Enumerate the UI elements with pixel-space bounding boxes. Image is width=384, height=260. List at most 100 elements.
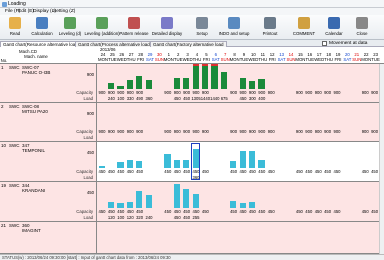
load-bar[interactable] xyxy=(239,202,246,208)
calendar-button[interactable]: Calendar xyxy=(322,16,346,39)
capacity-value: 450 xyxy=(201,169,209,174)
load-bar[interactable] xyxy=(248,150,256,168)
calc-button[interactable]: Calculation xyxy=(30,16,54,39)
load-label: Load xyxy=(83,175,93,180)
toolbar: Read Calculation Leveling (d) Leveling (add… xyxy=(0,15,384,40)
load-bar[interactable] xyxy=(107,82,115,89)
row-chart: 900 900 900 900 900 900 900 900 900 900 900 900 900 9… xyxy=(97,103,379,142)
capacity-label: Capacity xyxy=(76,209,93,214)
load-bar[interactable] xyxy=(136,190,143,208)
capacity-value: 900 xyxy=(333,129,341,134)
row-name: 360 IMAGINT xyxy=(22,223,41,233)
load-bar[interactable] xyxy=(248,201,256,208)
load-bar[interactable] xyxy=(117,86,124,89)
leveling-icon xyxy=(64,17,76,29)
capacity-value: 450 xyxy=(371,209,379,214)
calendar-icon xyxy=(328,17,340,29)
row-left[interactable]: 21 SWC 360 IMAGINT xyxy=(0,222,97,254)
capacity-value: 900 xyxy=(267,90,275,95)
load-bar[interactable] xyxy=(173,77,181,89)
load-bar[interactable] xyxy=(126,201,134,208)
load-bar[interactable] xyxy=(192,194,199,208)
load-bar[interactable] xyxy=(136,161,143,168)
row-scale: 450 xyxy=(86,190,94,195)
setup-button[interactable]: Setup xyxy=(190,16,214,39)
gantt-header: Mach.CD Mach. name No. 2013/06 24 MON 25 TUE 26 W… xyxy=(0,47,384,64)
load-bar[interactable] xyxy=(145,195,152,208)
indo-icon xyxy=(228,17,240,29)
close-button[interactable]: Close xyxy=(350,16,374,39)
capacity-value: 450 xyxy=(371,169,379,174)
load-bar[interactable] xyxy=(98,166,105,168)
row-left[interactable]: 10 SWC 347 TEMPONIL 450 Capacity Load xyxy=(0,142,97,182)
load-bar[interactable] xyxy=(126,159,134,168)
capacity-label: Capacity xyxy=(76,129,93,134)
row-no: 1 xyxy=(1,65,4,70)
capacity-value: 900 xyxy=(136,129,144,134)
load-bar[interactable] xyxy=(126,80,134,89)
header-no: No. xyxy=(0,58,8,63)
load-bar[interactable] xyxy=(183,159,190,168)
vertical-scrollbar[interactable] xyxy=(379,64,384,254)
load-bar[interactable] xyxy=(192,148,199,168)
load-bar[interactable] xyxy=(258,78,265,89)
capacity-value: 450 xyxy=(333,209,341,214)
leveling-add-button[interactable]: Leveling (addition) xyxy=(84,16,120,39)
load-label: Load xyxy=(83,96,93,101)
printer-button[interactable]: Printout xyxy=(258,16,282,39)
load-bar[interactable] xyxy=(173,159,181,168)
row-chart: 900 900 900 900 900 900 900 900 900 900 900 900 900 9… xyxy=(97,64,379,103)
toolbar-label: Pattern release xyxy=(119,31,149,36)
status-bar: STATUS(w) : 2013/06/24 09:30:00 [start] … xyxy=(0,254,384,260)
row-left[interactable]: 1 SWC SWC-07 PANUC O-I3B 900 Capacity Load xyxy=(0,64,97,103)
comment-icon xyxy=(298,17,310,29)
menu-item[interactable]: Setting (Z) xyxy=(53,9,75,14)
row-chart: 450 450 450 450 450 450 450 450 450 450 450 450 450 4… xyxy=(97,142,379,182)
load-bar[interactable] xyxy=(220,71,228,89)
header-mach-name: Mach. name xyxy=(24,54,48,59)
load-value: 360 xyxy=(145,96,153,101)
row-left[interactable]: 19 SWC 344 KRANDANI 450 Capacity Load xyxy=(0,182,97,222)
toolbar-label: Setup xyxy=(196,31,208,36)
comment-button[interactable]: COMMENT xyxy=(292,16,316,39)
capacity-value: 450 xyxy=(136,169,144,174)
leveling-button[interactable]: Leveling (d) xyxy=(58,16,82,39)
pattern-button[interactable]: Pattern release xyxy=(119,16,149,39)
load-bar[interactable] xyxy=(145,79,152,89)
load-bar[interactable] xyxy=(164,153,171,168)
menu-bar: File (F) Edit (E) Display (L) Setting (Z) xyxy=(0,8,384,15)
load-bar[interactable] xyxy=(230,161,237,168)
tab-row: Gantt chart(Resource alternative load Gan… xyxy=(0,40,384,47)
capacity-value: 450 xyxy=(267,209,275,214)
load-bar[interactable] xyxy=(239,150,246,168)
overload-mark xyxy=(201,64,209,66)
load-bar[interactable] xyxy=(230,201,237,208)
overload-mark xyxy=(192,64,199,66)
load-label: Load xyxy=(83,135,93,140)
load-bar[interactable] xyxy=(107,201,115,208)
capacity-value: 900 xyxy=(371,129,379,134)
row-left[interactable]: 2 SWC SWC-08 MITSU PA20 900 Capacity Load xyxy=(0,103,97,142)
load-bar[interactable] xyxy=(117,162,124,168)
row-scale: 900 xyxy=(86,72,94,77)
load-bar[interactable] xyxy=(183,77,190,89)
row-name: SWC-08 MITSU PA20 xyxy=(22,104,48,114)
load-bar[interactable] xyxy=(192,66,199,89)
load-bar[interactable] xyxy=(239,77,246,89)
load-bar[interactable] xyxy=(258,159,265,168)
load-value: 255 xyxy=(192,215,200,220)
menu-item[interactable]: Edit (E) xyxy=(18,9,34,14)
indo-button[interactable]: INDO and setup xyxy=(219,16,249,39)
row-code: SWC xyxy=(9,104,20,109)
load-bar[interactable] xyxy=(248,81,256,89)
gantt-body: 1 SWC SWC-07 PANUC O-I3B 900 Capacity Load 900 9… xyxy=(0,64,379,254)
load-value: 240 xyxy=(145,215,153,220)
load-bar[interactable] xyxy=(183,189,190,208)
load-bar[interactable] xyxy=(211,66,218,89)
load-bar[interactable] xyxy=(201,66,209,89)
detail-button[interactable]: Detailed display xyxy=(152,16,182,39)
load-bar[interactable] xyxy=(117,202,124,208)
movement-checkbox[interactable] xyxy=(322,41,327,46)
load-bar[interactable] xyxy=(173,184,181,208)
load-bar[interactable] xyxy=(136,76,143,89)
